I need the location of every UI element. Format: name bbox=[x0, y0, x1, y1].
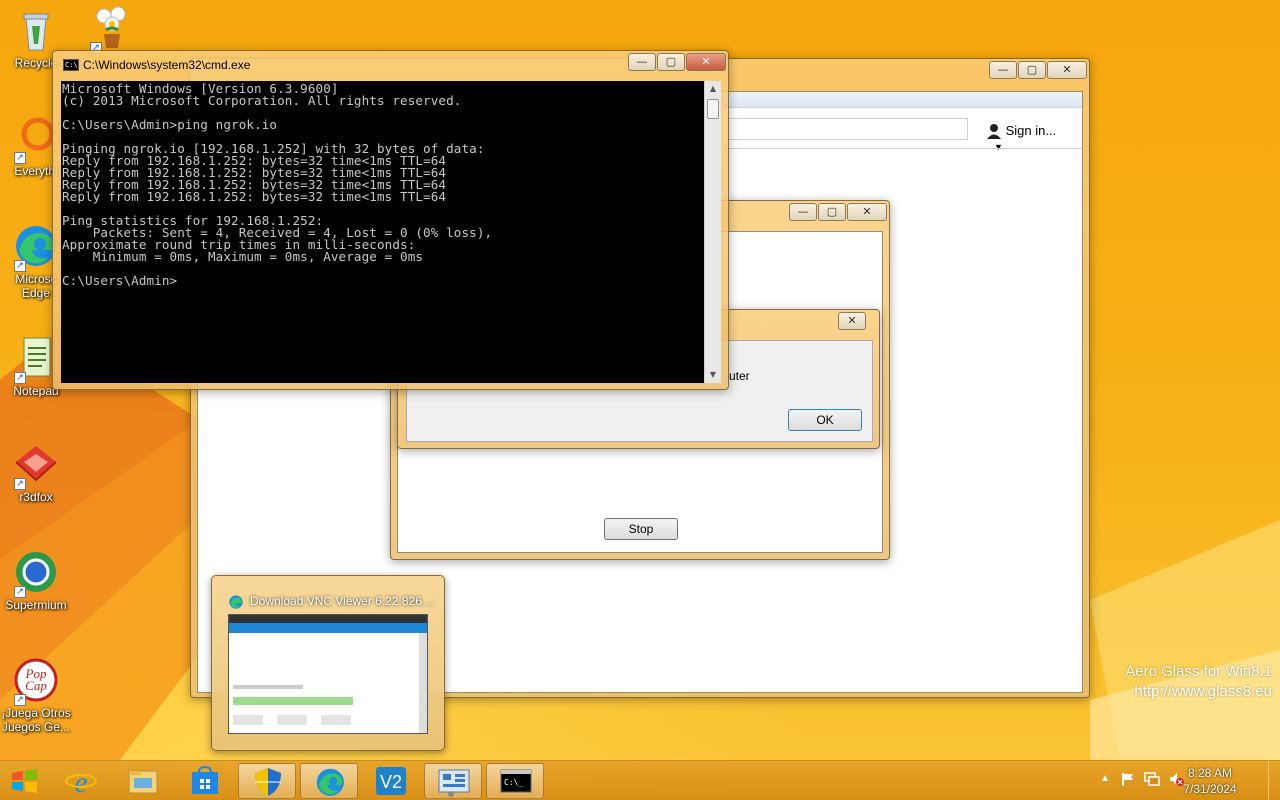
taskbar-control-panel[interactable] bbox=[424, 763, 482, 799]
browser-address-bar[interactable] bbox=[728, 118, 968, 140]
cmd-window[interactable]: C:\ C:\Windows\system32\cmd.exe — ▢ ✕ Mi… bbox=[52, 50, 729, 390]
ok-button[interactable]: OK bbox=[788, 409, 862, 431]
internet-explorer-icon: e bbox=[65, 766, 97, 799]
svg-text:e: e bbox=[74, 766, 87, 799]
scroll-down-arrow-icon[interactable]: ▼ bbox=[705, 367, 721, 383]
show-hidden-icons-chevron-icon[interactable]: ▲ bbox=[1100, 773, 1110, 784]
svg-text:Cap: Cap bbox=[25, 678, 47, 693]
recycle-bin-icon bbox=[12, 6, 60, 54]
clock-time: 8:28 AM bbox=[1187, 766, 1233, 780]
clock-date: 7/31/2024 bbox=[1183, 782, 1237, 796]
minimize-button[interactable]: — bbox=[989, 61, 1017, 79]
taskbar-security-shield[interactable] bbox=[238, 763, 296, 799]
network-icon[interactable] bbox=[1144, 771, 1160, 787]
command-prompt-icon: C:\_ bbox=[500, 769, 532, 793]
preview-thumbnail bbox=[228, 614, 428, 734]
console-output[interactable]: Microsoft Windows [Version 6.3.9600] (c)… bbox=[61, 81, 704, 383]
desktop-icon-label: ¡Juega Otros Juegos Ge... bbox=[1, 706, 71, 734]
shortcut-arrow-icon: ↗ bbox=[14, 586, 26, 598]
desktop-icon-label: r3dfox bbox=[19, 490, 53, 504]
user-avatar-icon bbox=[986, 123, 1002, 139]
cmd-window-title: C:\Windows\system32\cmd.exe bbox=[83, 58, 251, 72]
r3dfox-icon: ↗ bbox=[12, 440, 60, 490]
browser-caption-buttons: — ▢ ✕ bbox=[989, 61, 1087, 79]
close-button[interactable]: ✕ bbox=[686, 53, 726, 71]
cmd-caption-buttons: — ▢ ✕ bbox=[628, 53, 726, 71]
desktop-icon-popcap-games[interactable]: Pop Cap ↗ ¡Juega Otros Juegos Ge... bbox=[0, 656, 72, 734]
taskbar-command-prompt[interactable]: C:\_ bbox=[486, 763, 544, 799]
maximize-button[interactable]: ▢ bbox=[657, 53, 685, 71]
shortcut-arrow-icon: ↗ bbox=[14, 260, 26, 272]
windows-logo-icon bbox=[12, 769, 37, 793]
action-center-flag-icon[interactable] bbox=[1120, 771, 1136, 787]
flower-pot-icon: ↗ bbox=[88, 4, 136, 54]
close-button[interactable]: ✕ bbox=[1047, 61, 1087, 79]
aero-glass-watermark: Aero Glass for Win8.1 http://www.glass8.… bbox=[1125, 662, 1272, 702]
shortcut-arrow-icon: ↗ bbox=[14, 478, 26, 490]
taskbar-internet-explorer[interactable]: e bbox=[52, 763, 110, 799]
start-button[interactable] bbox=[0, 763, 50, 799]
taskbar-edge[interactable] bbox=[300, 763, 358, 799]
close-button[interactable]: ✕ bbox=[838, 312, 866, 330]
maximize-button[interactable]: ▢ bbox=[1018, 61, 1046, 79]
system-tray: ▲ 8:28 AM 7/31/2024 bbox=[1090, 761, 1280, 800]
close-button[interactable]: ✕ bbox=[847, 203, 887, 221]
preview-title: Download VNC Viewer 6.22.826 ... bbox=[250, 594, 436, 608]
show-desktop-button[interactable] bbox=[1268, 761, 1280, 800]
dialog-caption-buttons: ✕ bbox=[838, 312, 866, 330]
supermium-icon: ↗ bbox=[12, 548, 60, 598]
scrollbar-thumb[interactable] bbox=[707, 99, 719, 119]
control-panel-icon bbox=[438, 769, 470, 797]
edge-browser-icon bbox=[228, 594, 244, 610]
svg-text:C:\_: C:\_ bbox=[504, 778, 523, 787]
taskbar: e V2 C:\_ ▲ 8:28 AM 7/31/2024 bbox=[0, 760, 1280, 800]
watermark-line-2: http://www.glass8.eu bbox=[1134, 683, 1272, 700]
dialog-message: uter bbox=[729, 369, 750, 383]
watermark-line-1: Aero Glass for Win8.1 bbox=[1125, 663, 1272, 680]
desktop-icon-supermium[interactable]: ↗ Supermium bbox=[0, 548, 72, 612]
desktop-icon-r3dfox[interactable]: ↗ r3dfox bbox=[0, 440, 72, 504]
console-scrollbar[interactable]: ▲ ▼ bbox=[704, 81, 721, 383]
vnc-viewer-icon: V2 bbox=[376, 767, 406, 795]
system-clock[interactable]: 8:28 AM 7/31/2024 bbox=[1170, 765, 1250, 797]
edge-browser-icon bbox=[316, 768, 344, 796]
progress-caption-buttons: — ▢ ✕ bbox=[789, 203, 887, 221]
cmd-app-icon: C:\ bbox=[63, 59, 79, 71]
taskbar-preview[interactable]: Download VNC Viewer 6.22.826 ... bbox=[211, 575, 445, 751]
shortcut-arrow-icon: ↗ bbox=[14, 152, 26, 164]
taskbar-store[interactable] bbox=[176, 763, 234, 799]
stop-button[interactable]: Stop bbox=[604, 518, 678, 540]
scroll-up-arrow-icon[interactable]: ▲ bbox=[705, 81, 721, 97]
shield-icon bbox=[255, 768, 281, 796]
shortcut-arrow-icon: ↗ bbox=[14, 694, 26, 706]
sign-in-label: Sign in... bbox=[1005, 123, 1057, 139]
desktop-icon-label: Supermium bbox=[5, 598, 67, 612]
desktop-icon-flowers[interactable]: ↗ bbox=[76, 4, 148, 54]
minimize-button[interactable]: — bbox=[789, 203, 817, 221]
sign-in-control[interactable]: Sign in... ▼ bbox=[986, 122, 1076, 152]
popcap-icon: Pop Cap ↗ bbox=[12, 656, 60, 706]
store-bag-icon bbox=[192, 765, 218, 794]
console-text: Microsoft Windows [Version 6.3.9600] (c)… bbox=[62, 81, 493, 288]
taskbar-vnc-viewer[interactable]: V2 bbox=[362, 763, 420, 799]
maximize-button[interactable]: ▢ bbox=[818, 203, 846, 221]
folder-icon bbox=[128, 770, 158, 794]
minimize-button[interactable]: — bbox=[628, 53, 656, 71]
shortcut-arrow-icon: ↗ bbox=[14, 372, 26, 384]
svg-text:V2: V2 bbox=[380, 772, 402, 792]
taskbar-file-explorer[interactable] bbox=[114, 763, 172, 799]
